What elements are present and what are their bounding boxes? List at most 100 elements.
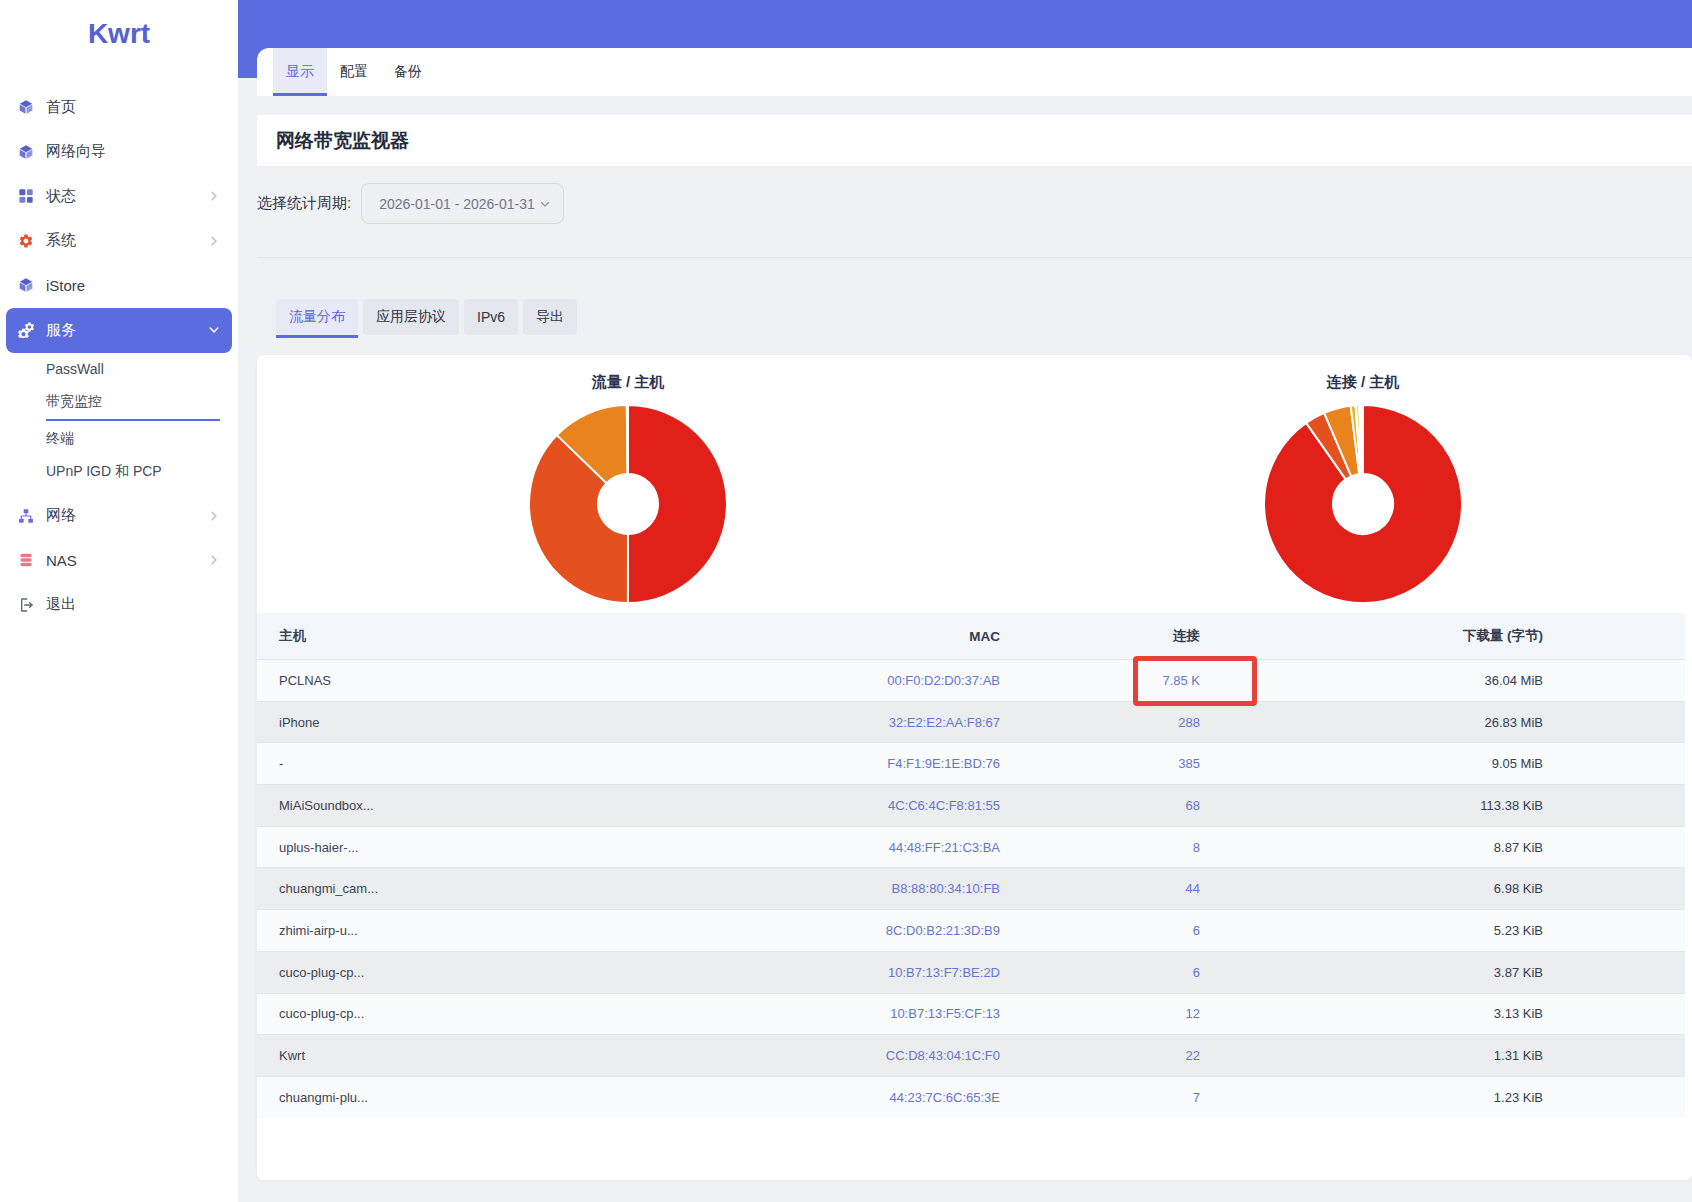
pie-slice[interactable] <box>1363 405 1364 474</box>
mac-link[interactable]: B8:88:80:34:10:FB <box>679 881 1000 896</box>
filter-button-3[interactable]: IPv6 <box>464 299 518 335</box>
hosts-table: 主机MAC连接下载量 (字节)PCLNAS00:F0:D2:D0:37:AB7.… <box>257 613 1685 1118</box>
database-icon <box>18 552 34 568</box>
sidebar-subitem-label: 带宽监控 <box>46 393 102 411</box>
table-row: chuangmi_cam...B8:88:80:34:10:FB446.98 K… <box>257 867 1685 909</box>
sidebar-item[interactable]: 退出 <box>0 583 238 628</box>
table-row: PCLNAS00:F0:D2:D0:37:AB7.85 K36.04 MiB <box>257 659 1685 701</box>
pie-slice[interactable] <box>628 405 727 603</box>
connections-link[interactable]: 385 <box>1000 756 1200 771</box>
mac-link[interactable]: 8C:D0:B2:21:3D:B9 <box>679 923 1000 938</box>
sidebar-subitem-label: PassWall <box>46 361 104 377</box>
mac-link[interactable]: 44:23:7C:6C:65:3E <box>679 1090 1000 1105</box>
sidebar-item-label: 状态 <box>46 187 76 206</box>
column-header: 连接 <box>1000 627 1200 645</box>
download-cell: 6.98 KiB <box>1200 881 1543 896</box>
filter-button-4[interactable]: 导出 <box>523 299 577 335</box>
sidebar-item[interactable]: 服务 <box>6 308 232 353</box>
host-cell: PCLNAS <box>257 673 679 688</box>
charts-table-card: 流量 / 主机 连接 / 主机 主机MAC连接下载量 (字节)PCLNAS00:… <box>257 355 1692 1180</box>
connections-link[interactable]: 22 <box>1000 1048 1200 1063</box>
download-cell: 113.38 KiB <box>1200 798 1543 813</box>
sidebar-item[interactable]: 网络向导 <box>0 130 238 175</box>
download-cell: 5.23 KiB <box>1200 923 1543 938</box>
mac-link[interactable]: 10:B7:13:F5:CF:13 <box>679 1006 1000 1021</box>
page-title: 网络带宽监视器 <box>276 128 409 154</box>
sidebar-item-label: 首页 <box>46 98 76 117</box>
connections-link[interactable]: 44 <box>1000 881 1200 896</box>
table-row: cuco-plug-cp...10:B7:13:F7:BE:2D63.87 Ki… <box>257 951 1685 993</box>
title-strip: 网络带宽监视器 <box>257 115 1692 166</box>
connections-link[interactable]: 8 <box>1000 840 1200 855</box>
sidebar-subitem[interactable]: 终端 <box>0 423 238 456</box>
sidebar-item[interactable]: iStore <box>0 263 238 308</box>
host-cell: chuangmi_cam... <box>257 881 679 896</box>
sidebar-subitem[interactable]: 带宽监控 <box>0 386 238 419</box>
sitemap-icon <box>18 508 34 524</box>
connections-link[interactable]: 6 <box>1000 965 1200 980</box>
download-cell: 3.13 KiB <box>1200 1006 1543 1021</box>
tab-1[interactable]: 显示 <box>273 48 327 96</box>
host-cell: uplus-haier-... <box>257 840 679 855</box>
sidebar-item[interactable]: 网络 <box>0 494 238 539</box>
download-cell: 26.83 MiB <box>1200 715 1543 730</box>
mac-link[interactable]: 00:F0:D2:D0:37:AB <box>679 673 1000 688</box>
host-cell: - <box>257 756 679 771</box>
table-row: -F4:F1:9E:1E:BD:763859.05 MiB <box>257 742 1685 784</box>
chevron-right-icon <box>208 235 220 247</box>
sidebar-menu: 首页网络向导状态系统 iStore 服务 PassWall 带宽监控终端 UPnP IGD… <box>0 85 238 627</box>
mac-link[interactable]: CC:D8:43:04:1C:F0 <box>679 1048 1000 1063</box>
connections-link[interactable]: 7 <box>1000 1090 1200 1105</box>
filter-button-1[interactable]: 流量分布 <box>276 299 358 335</box>
tab-3[interactable]: 备份 <box>381 48 435 96</box>
sidebar-subitem[interactable]: UPnP IGD 和 PCP <box>0 456 238 489</box>
highlight-annotation-box <box>1133 656 1257 706</box>
sidebar-item[interactable]: 系统 <box>0 219 238 264</box>
host-cell: cuco-plug-cp... <box>257 965 679 980</box>
sidebar-item-label: iStore <box>46 277 85 294</box>
sidebar-item-label: 退出 <box>46 595 76 614</box>
connections-link[interactable]: 288 <box>1000 715 1200 730</box>
gear-icon <box>18 233 34 249</box>
connections-link[interactable]: 6 <box>1000 923 1200 938</box>
mac-link[interactable]: 32:E2:E2:AA:F8:67 <box>679 715 1000 730</box>
download-cell: 1.23 KiB <box>1200 1090 1543 1105</box>
chevron-right-icon <box>208 190 220 202</box>
tab-2[interactable]: 配置 <box>327 48 381 96</box>
table-row: cuco-plug-cp...10:B7:13:F5:CF:13123.13 K… <box>257 993 1685 1035</box>
mac-link[interactable]: 4C:C6:4C:F8:81:55 <box>679 798 1000 813</box>
mac-link[interactable]: 10:B7:13:F7:BE:2D <box>679 965 1000 980</box>
sidebar-subitem-label: 终端 <box>46 430 74 448</box>
sidebar-item[interactable]: NAS <box>0 538 238 583</box>
sidebar-item-label: 网络向导 <box>46 142 106 161</box>
period-dropdown[interactable]: 2026-01-01 - 2026-01-31 <box>361 183 564 224</box>
filter-button-2[interactable]: 应用层协议 <box>363 299 459 335</box>
chart-title-traffic: 流量 / 主机 <box>592 373 665 392</box>
traffic-donut-chart[interactable] <box>528 404 728 604</box>
divider <box>257 257 1692 258</box>
connections-donut-chart[interactable] <box>1263 404 1463 604</box>
sidebar-item[interactable]: 状态 <box>0 174 238 219</box>
chart-title-connections: 连接 / 主机 <box>1327 373 1400 392</box>
sidebar-subitem[interactable]: PassWall <box>0 353 238 386</box>
mac-link[interactable]: F4:F1:9E:1E:BD:76 <box>679 756 1000 771</box>
sidebar-item-label: 系统 <box>46 231 76 250</box>
cube-icon <box>18 144 34 160</box>
table-row: KwrtCC:D8:43:04:1C:F0221.31 KiB <box>257 1034 1685 1076</box>
chevron-right-icon <box>208 554 220 566</box>
sidebar-subitem-label: UPnP IGD 和 PCP <box>46 463 162 481</box>
download-cell: 8.87 KiB <box>1200 840 1543 855</box>
sidebar-item-label: 网络 <box>46 506 76 525</box>
table-row: chuangmi-plu...44:23:7C:6C:65:3E71.23 Ki… <box>257 1076 1685 1118</box>
connections-link[interactable]: 12 <box>1000 1006 1200 1021</box>
table-row: uplus-haier-...44:48:FF:21:C3:BA88.87 Ki… <box>257 826 1685 868</box>
column-header: 下载量 (字节) <box>1200 627 1543 645</box>
mac-link[interactable]: 44:48:FF:21:C3:BA <box>679 840 1000 855</box>
connections-link[interactable]: 68 <box>1000 798 1200 813</box>
download-cell: 3.87 KiB <box>1200 965 1543 980</box>
cube-icon <box>18 277 34 293</box>
sidebar-item[interactable]: 首页 <box>0 85 238 130</box>
logo[interactable]: Kwrt <box>0 18 238 50</box>
chevron-down-icon <box>208 324 220 336</box>
chevron-right-icon <box>208 510 220 522</box>
